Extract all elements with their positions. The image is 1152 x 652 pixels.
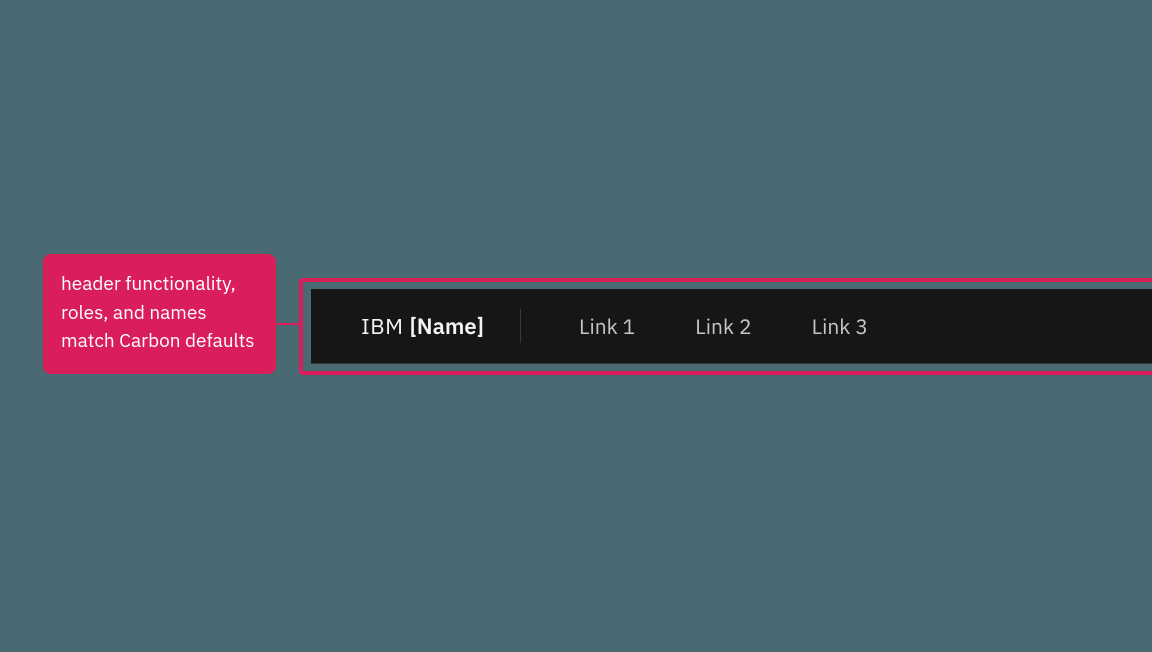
annotation-connector xyxy=(276,323,300,325)
nav-link-2[interactable]: Link 2 xyxy=(665,312,781,340)
brand-name: [Name] xyxy=(410,312,484,341)
annotation-tooltip: header functionality, roles, and names m… xyxy=(43,254,276,374)
nav-link-3[interactable]: Link 3 xyxy=(782,312,898,340)
header-highlight-outline: IBM [Name] Link 1 Link 2 Link 3 xyxy=(299,278,1152,375)
nav-link-1[interactable]: Link 1 xyxy=(549,312,665,340)
annotation-text: header functionality, roles, and names m… xyxy=(61,272,255,353)
brand-prefix: IBM xyxy=(361,312,404,341)
app-header: IBM [Name] Link 1 Link 2 Link 3 xyxy=(311,289,1152,364)
header-divider xyxy=(520,309,521,343)
brand-container[interactable]: IBM [Name] xyxy=(361,312,520,341)
header-nav: Link 1 Link 2 Link 3 xyxy=(549,312,898,340)
